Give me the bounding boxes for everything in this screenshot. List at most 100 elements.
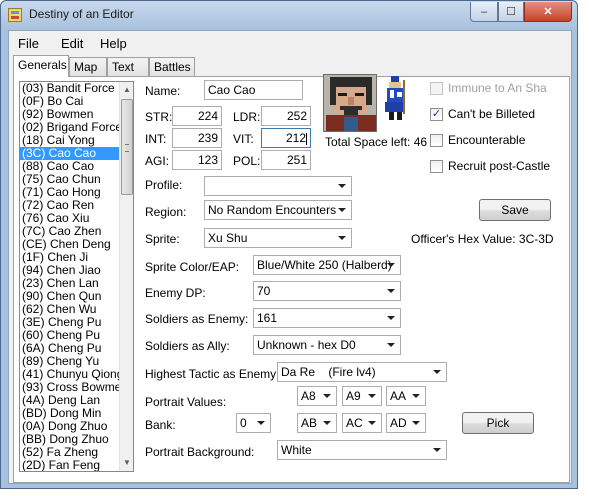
portrait-value-2-dropdown[interactable]: A9	[342, 386, 382, 406]
highest-tactic-label: Highest Tactic as Enemy:	[145, 367, 280, 381]
portrait-background-value: White	[281, 443, 312, 457]
chevron-down-icon	[338, 208, 346, 212]
tab-map[interactable]: Map	[69, 57, 107, 76]
str-label: STR:	[145, 110, 173, 124]
scroll-thumb[interactable]	[121, 99, 133, 195]
chevron-down-icon	[323, 394, 331, 398]
minimize-button[interactable]: –	[470, 2, 498, 22]
chevron-down-icon	[387, 263, 395, 267]
soldiers-enemy-dropdown[interactable]: 161	[253, 308, 401, 328]
checkbox-encounterable[interactable]	[430, 134, 443, 147]
sprite-dropdown[interactable]: Xu Shu	[204, 228, 352, 248]
sprite-image	[385, 76, 407, 122]
sprite-color-dropdown[interactable]: Blue/White 250 (Halberd)	[253, 255, 401, 275]
profile-label: Profile:	[145, 178, 183, 192]
pol-field[interactable]: 251	[261, 150, 311, 170]
chevron-down-icon	[323, 421, 331, 425]
generals-list[interactable]: (03) Bandit Force (0F) Bo Cai (92) Bowmen(…	[19, 81, 134, 472]
portrait-value-1-dropdown[interactable]: A8	[297, 386, 337, 406]
list-scrollbar[interactable]: ▲ ▼	[119, 82, 133, 471]
bank-value-2: AC	[346, 416, 363, 430]
chevron-down-icon	[433, 370, 441, 374]
chevron-down-icon	[338, 184, 346, 188]
close-icon: ✕	[543, 6, 553, 18]
str-field[interactable]: 224	[172, 106, 222, 126]
bank-value-1-dropdown[interactable]: AB	[297, 413, 337, 433]
soldiers-ally-value: Unknown - hex D0	[257, 338, 356, 352]
menu-file[interactable]: File	[18, 36, 39, 51]
cant-be-billeted-label: Can't be Billeted	[448, 107, 536, 121]
enemy-dp-label: Enemy DP:	[145, 286, 206, 300]
save-button[interactable]: Save	[479, 199, 551, 221]
region-dropdown[interactable]: No Random Encounters	[204, 200, 352, 220]
highest-tactic-dropdown[interactable]: Da Re (Fire lv4)	[277, 362, 447, 382]
name-label: Name:	[145, 84, 181, 98]
window-title: Destiny of an Editor	[29, 7, 134, 21]
soldiers-ally-dropdown[interactable]: Unknown - hex D0	[253, 335, 401, 355]
recruit-post-castle-label: Recruit post-Castle	[448, 159, 551, 173]
maximize-button[interactable]: ☐	[498, 2, 524, 22]
agi-field[interactable]: 123	[172, 150, 222, 170]
tab-text[interactable]: Text	[107, 57, 149, 76]
vit-field[interactable]: 212	[261, 128, 311, 148]
portrait-values-label: Portrait Values:	[145, 395, 227, 409]
ldr-field[interactable]: 252	[261, 106, 311, 126]
region-value: No Random Encounters	[208, 203, 337, 217]
checkbox-recruit-post-castle[interactable]	[430, 160, 443, 173]
sprite-color-value: Blue/White 250 (Halberd)	[257, 258, 392, 272]
chevron-down-icon	[368, 421, 376, 425]
bank-dropdown[interactable]: 0	[236, 413, 271, 433]
chevron-down-icon	[412, 394, 420, 398]
sprite-label: Sprite:	[145, 232, 180, 246]
text-caret	[306, 132, 307, 145]
list-item[interactable]: (2D) Fan Feng	[20, 459, 133, 472]
scroll-down-icon[interactable]: ▼	[120, 455, 133, 471]
portrait-value-3-dropdown[interactable]: AA	[386, 386, 426, 406]
profile-dropdown[interactable]	[204, 176, 352, 196]
bank-value-2-dropdown[interactable]: AC	[342, 413, 382, 433]
int-label: INT:	[145, 132, 167, 146]
vit-label: VIT:	[233, 132, 254, 146]
minimize-icon: –	[480, 5, 488, 18]
ldr-label: LDR:	[233, 110, 261, 124]
encounterable-label: Encounterable	[448, 133, 526, 147]
portrait-background-dropdown[interactable]: White	[277, 440, 447, 460]
chevron-down-icon	[387, 289, 395, 293]
tab-battles[interactable]: Battles	[149, 57, 195, 76]
bank-value-1: AB	[301, 416, 318, 430]
bank-value-3-dropdown[interactable]: AD	[386, 413, 426, 433]
bank-label: Bank:	[145, 418, 176, 432]
checkbox-immune-an-sha[interactable]	[430, 82, 443, 95]
chevron-down-icon	[433, 448, 441, 452]
title-bar[interactable]: Destiny of an Editor – ☐ ✕	[1, 1, 577, 29]
portrait-value-3: AA	[390, 389, 407, 403]
pol-label: POL:	[233, 154, 261, 168]
int-field[interactable]: 239	[172, 128, 222, 148]
enemy-dp-value: 70	[257, 284, 271, 298]
tab-generals[interactable]: Generals	[13, 55, 69, 77]
maximize-icon: ☐	[506, 6, 516, 18]
region-label: Region:	[145, 205, 187, 219]
vit-value: 212	[285, 131, 306, 145]
officer-hex-value: Officer's Hex Value: 3C-3D	[411, 232, 554, 246]
chevron-down-icon	[257, 421, 265, 425]
chevron-down-icon	[387, 316, 395, 320]
agi-label: AGI:	[145, 154, 170, 168]
portrait-value-2: A9	[346, 389, 361, 403]
chevron-down-icon	[412, 421, 420, 425]
pick-button[interactable]: Pick	[462, 412, 534, 434]
immune-an-sha-label: Immune to An Sha	[448, 81, 547, 95]
highest-tactic-value: Da Re (Fire lv4)	[281, 365, 376, 379]
portrait-background-label: Portrait Background:	[145, 445, 255, 459]
total-space-label: Total Space left: 46	[325, 135, 428, 149]
close-button[interactable]: ✕	[524, 2, 572, 22]
checkbox-cant-be-billeted[interactable]: ✓	[430, 108, 443, 121]
bank-value: 0	[240, 416, 247, 430]
portrait-image	[323, 74, 377, 132]
scroll-up-icon[interactable]: ▲	[120, 82, 133, 98]
menu-edit[interactable]: Edit	[61, 36, 83, 51]
portrait-value-1: A8	[301, 389, 316, 403]
enemy-dp-dropdown[interactable]: 70	[253, 281, 401, 301]
name-field[interactable]: Cao Cao	[204, 80, 303, 100]
menu-help[interactable]: Help	[100, 36, 127, 51]
